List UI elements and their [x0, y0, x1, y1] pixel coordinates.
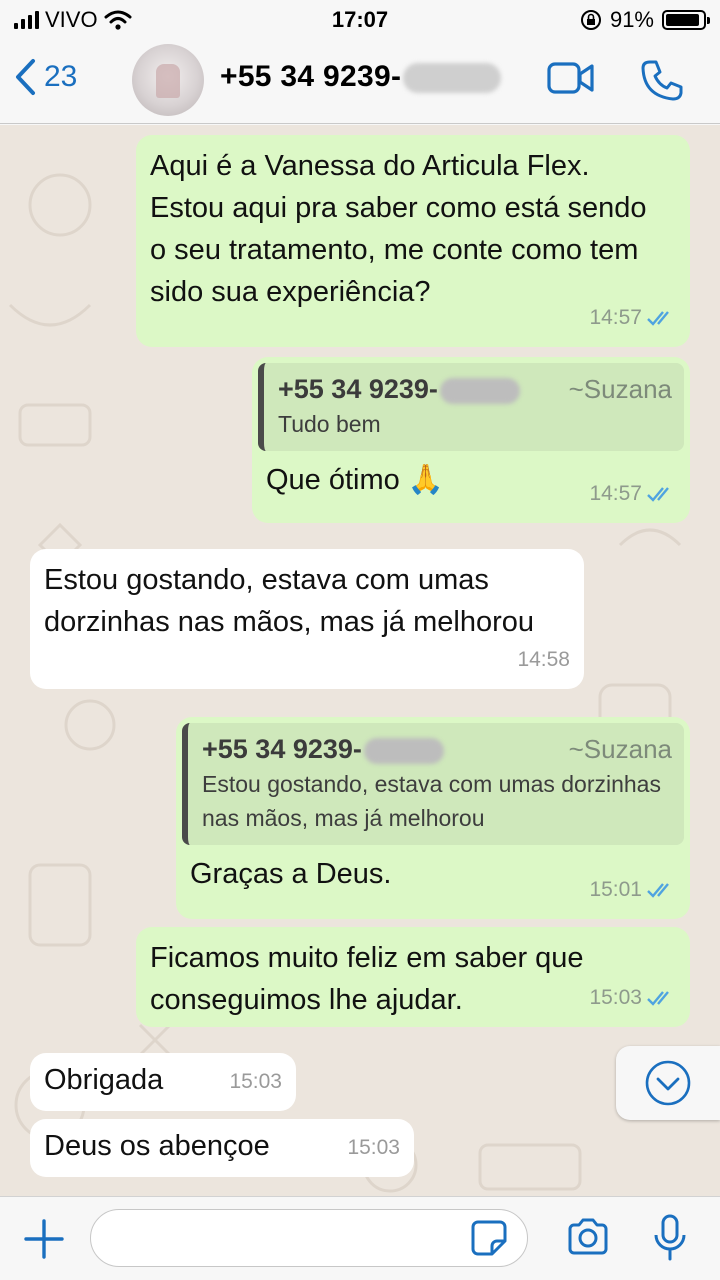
message-time: 15:03: [589, 986, 642, 1009]
read-ticks-icon: [647, 883, 669, 898]
message-text: Deus os abençoe: [44, 1130, 270, 1162]
message-outgoing[interactable]: Aqui é a Vanessa do Articula Flex. Estou…: [136, 135, 690, 347]
message-text: Estou gostando, estava com umas dorzinha…: [44, 564, 535, 638]
message-text: Ficamos muito feliz em saber que consegu…: [150, 942, 584, 1016]
lock-rotation-icon: [580, 10, 601, 30]
contact-number: +55 34 9239-: [220, 60, 402, 93]
scroll-down-button[interactable]: [616, 1046, 720, 1120]
message-meta: 14:58: [517, 639, 570, 681]
message-incoming[interactable]: Estou gostando, estava com umas dorzinha…: [30, 549, 584, 689]
back-chevron-icon: [16, 59, 35, 95]
quoted-number: +55 34 9239-: [202, 734, 362, 764]
quoted-message[interactable]: +55 34 9239- ~Suzana Estou gostando, est…: [182, 723, 684, 845]
battery-fill: [666, 14, 699, 26]
sticker-icon[interactable]: [470, 1219, 508, 1257]
message-time: 14:57: [589, 306, 642, 329]
scroll-down-icon: [645, 1060, 691, 1106]
camera-icon[interactable]: [566, 1217, 610, 1257]
message-text: Aqui é a Vanessa do Articula Flex. Estou…: [150, 150, 647, 308]
message-incoming[interactable]: Obrigada 15:03: [30, 1053, 296, 1111]
read-ticks-icon: [647, 487, 669, 502]
avatar[interactable]: [132, 44, 204, 116]
read-ticks-icon: [647, 311, 669, 326]
quoted-alias: ~Suzana: [568, 734, 672, 764]
message-meta: 15:03: [229, 1061, 282, 1103]
message-meta: 14:57: [589, 473, 676, 515]
message-input[interactable]: [90, 1209, 528, 1267]
unread-count: 23: [44, 60, 78, 93]
message-time: 15:01: [589, 878, 642, 901]
message-meta: 14:57: [589, 297, 676, 339]
microphone-icon[interactable]: [652, 1213, 688, 1263]
message-outgoing-reply[interactable]: +55 34 9239- ~Suzana Tudo bem Que ótimo …: [252, 357, 690, 523]
battery-icon: [662, 10, 710, 30]
message-time: 14:57: [589, 482, 642, 505]
chat-header: 23 +55 34 9239-: [0, 40, 720, 124]
message-meta: 15:03: [347, 1127, 400, 1169]
battery-group: 91%: [580, 7, 710, 33]
message-outgoing[interactable]: Ficamos muito feliz em saber que consegu…: [136, 927, 690, 1027]
message-time: 15:03: [347, 1136, 400, 1159]
quoted-text: Estou gostando, estava com umas dorzinha…: [202, 771, 661, 831]
redacted-blur: [363, 737, 444, 764]
read-ticks-icon: [647, 991, 669, 1006]
message-outgoing-reply[interactable]: +55 34 9239- ~Suzana Estou gostando, est…: [176, 717, 690, 919]
message-incoming[interactable]: Deus os abençoe 15:03: [30, 1119, 414, 1177]
message-meta: 15:01: [589, 869, 676, 911]
avatar-figure: [156, 64, 180, 98]
quoted-number: +55 34 9239-: [278, 374, 438, 404]
redacted-blur: [439, 377, 520, 404]
plus-icon[interactable]: [22, 1217, 66, 1261]
message-meta: 15:03: [589, 977, 676, 1019]
battery-percent: 91%: [609, 7, 654, 32]
contact-title[interactable]: +55 34 9239-: [220, 60, 502, 94]
message-time: 14:58: [517, 648, 570, 671]
quoted-alias: ~Suzana: [568, 374, 672, 404]
phone-icon[interactable]: [640, 58, 684, 102]
quoted-message[interactable]: +55 34 9239- ~Suzana Tudo bem: [258, 363, 684, 451]
status-bar: VIVO 17:07 91%: [0, 0, 720, 40]
back-button[interactable]: 23: [14, 58, 77, 96]
video-call-icon[interactable]: [546, 58, 596, 98]
input-bar: [0, 1196, 720, 1280]
chat-area[interactable]: Aqui é a Vanessa do Articula Flex. Estou…: [0, 125, 720, 1196]
redacted-blur: [403, 63, 502, 94]
quoted-text: Tudo bem: [278, 411, 381, 437]
message-time: 15:03: [229, 1070, 282, 1093]
